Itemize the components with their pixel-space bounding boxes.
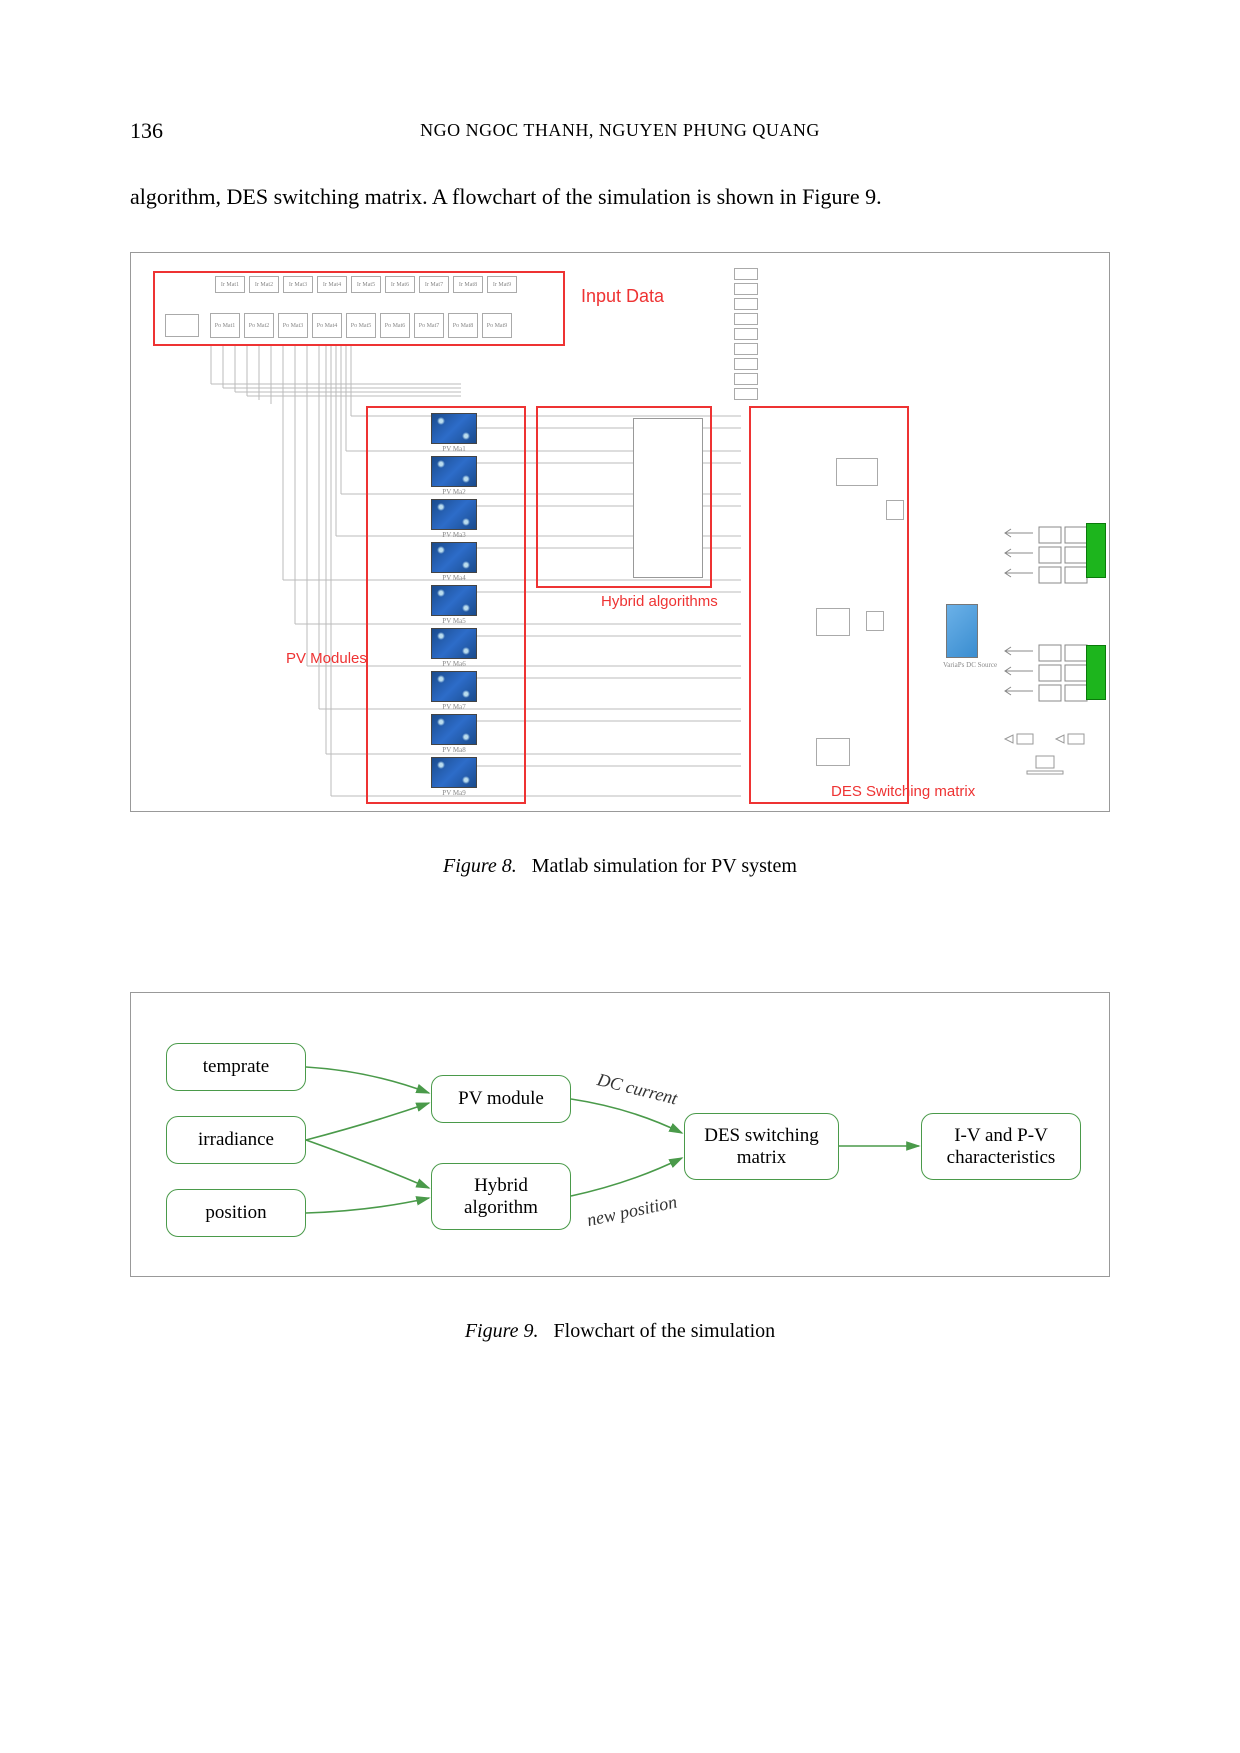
pv-module-label: PV Ma3 (431, 531, 477, 539)
figure-9-label: Figure 9. (465, 1320, 539, 1342)
pv-module-label: PV Ma5 (431, 617, 477, 625)
input-block: Ir Mat9 (487, 276, 517, 293)
pv-module-block (431, 456, 477, 487)
pv-module-block (431, 585, 477, 616)
figure8-temp-box (165, 314, 199, 337)
input-block: Po Mat8 (448, 313, 478, 338)
input-block: Ir Mat4 (317, 276, 347, 293)
figure8-des-label: DES Switching matrix (831, 783, 975, 800)
input-block: Po Mat7 (414, 313, 444, 338)
fig9-temprate-box: temprate (166, 1043, 306, 1091)
input-block: Po Mat2 (244, 313, 274, 338)
input-block: Ir Mat8 (453, 276, 483, 293)
pv-module-block (431, 628, 477, 659)
input-block: Po Mat6 (380, 313, 410, 338)
pv-module-block (431, 671, 477, 702)
figure8-scope-1 (1086, 523, 1106, 578)
body-paragraph: algorithm, DES switching matrix. A flowc… (130, 180, 1110, 213)
pv-module-label: PV Ma2 (431, 488, 477, 496)
pv-module-block (431, 499, 477, 530)
input-block: Po Mat3 (278, 313, 308, 338)
des-connector (866, 611, 884, 631)
input-block: Po Mat4 (312, 313, 342, 338)
figure-9-caption: Figure 9. Flowchart of the simulation (0, 1320, 1240, 1343)
pv-module-label: PV Ma1 (431, 445, 477, 453)
figure-8: Ir Mat1Ir Mat2Ir Mat3Ir Mat4Ir Mat5Ir Ma… (130, 252, 1110, 812)
input-block: Ir Mat1 (215, 276, 245, 293)
fig9-hybrid-box: Hybrid algorithm (431, 1163, 571, 1230)
des-subbox (816, 608, 850, 636)
input-block: Po Mat5 (346, 313, 376, 338)
figure8-input-data-box: Ir Mat1Ir Mat2Ir Mat3Ir Mat4Ir Mat5Ir Ma… (153, 271, 565, 346)
fig9-pvmodule-box: PV module (431, 1075, 571, 1123)
pv-module-block (431, 757, 477, 788)
des-subbox (816, 738, 850, 766)
input-block: Ir Mat7 (419, 276, 449, 293)
figure8-hybrid-box (536, 406, 712, 588)
misc-icon (1001, 731, 1106, 776)
figure8-misc-blocks (1001, 731, 1106, 782)
figure8-output-cluster-2 (1001, 641, 1096, 727)
fig9-irradiance-box: irradiance (166, 1116, 306, 1164)
scope-icon (1001, 523, 1096, 603)
figure-8-caption-text: Matlab simulation for PV system (532, 855, 797, 877)
figure8-hybrid-inner-block (633, 418, 703, 578)
input-block: Ir Mat5 (351, 276, 381, 293)
figure8-pv-label: PV Modules (286, 650, 367, 667)
figure8-right-port-stack (734, 268, 758, 400)
figure8-dc-source-block (946, 604, 978, 658)
fig9-edge-new-position: new position (585, 1191, 679, 1230)
figure8-input-label: Input Data (581, 286, 664, 307)
figure8-dc-label: VariaPs DC Source (943, 661, 997, 669)
figure8-output-cluster-1 (1001, 523, 1096, 609)
figure8-input-bot-row: Po Mat1Po Mat2Po Mat3Po Mat4Po Mat5Po Ma… (210, 313, 512, 338)
input-block: Ir Mat3 (283, 276, 313, 293)
input-block: Ir Mat6 (385, 276, 415, 293)
pv-module-block (431, 714, 477, 745)
input-block: Po Mat9 (482, 313, 512, 338)
pv-module-label: PV Ma7 (431, 703, 477, 711)
page-header-authors: NGO NGOC THANH, NGUYEN PHUNG QUANG (0, 120, 1240, 141)
pv-module-label: PV Ma4 (431, 574, 477, 582)
input-block: Po Mat1 (210, 313, 240, 338)
pv-module-label: PV Ma8 (431, 746, 477, 754)
figure8-scope-2 (1086, 645, 1106, 700)
fig9-des-box: DES switching matrix (684, 1113, 839, 1180)
fig9-edge-dc-current: DC current (594, 1069, 680, 1109)
figure8-input-top-row: Ir Mat1Ir Mat2Ir Mat3Ir Mat4Ir Mat5Ir Ma… (215, 276, 517, 293)
pv-module-label: PV Ma6 (431, 660, 477, 668)
pv-module-block (431, 542, 477, 573)
fig9-position-box: position (166, 1189, 306, 1237)
des-subbox (836, 458, 878, 486)
scope-icon (1001, 641, 1096, 721)
figure8-hybrid-label: Hybrid algorithms (601, 593, 718, 610)
figure-8-caption: Figure 8. Matlab simulation for PV syste… (0, 855, 1240, 878)
figure8-des-box (749, 406, 909, 804)
figure-8-label: Figure 8. (443, 855, 517, 877)
des-connector (886, 500, 904, 520)
pv-module-block (431, 413, 477, 444)
fig9-ivpv-box: I-V and P-V characteristics (921, 1113, 1081, 1180)
figure-9: temprate irradiance position PV module H… (130, 992, 1110, 1277)
input-block: Ir Mat2 (249, 276, 279, 293)
figure-9-caption-text: Flowchart of the simulation (554, 1320, 776, 1342)
pv-module-label: PV Ma9 (431, 789, 477, 797)
